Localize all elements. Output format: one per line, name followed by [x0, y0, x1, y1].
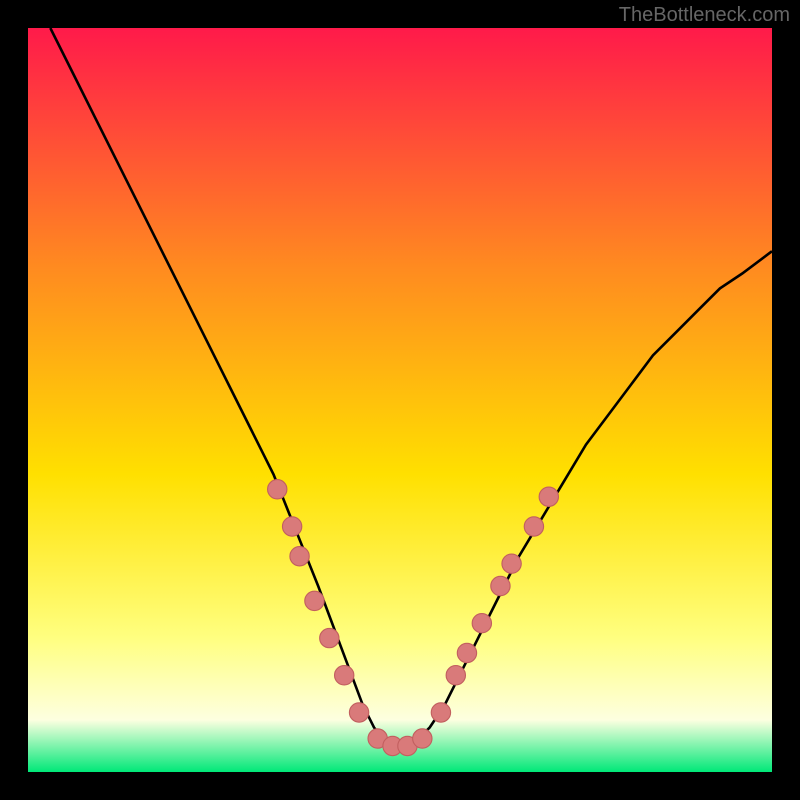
- watermark-text: TheBottleneck.com: [619, 4, 790, 27]
- data-marker: [413, 729, 432, 748]
- data-marker: [320, 628, 339, 647]
- data-marker: [282, 517, 301, 536]
- data-marker: [349, 703, 368, 722]
- data-marker: [472, 614, 491, 633]
- data-markers: [28, 28, 772, 772]
- data-marker: [290, 547, 309, 566]
- data-marker: [524, 517, 543, 536]
- data-marker: [502, 554, 521, 573]
- chart-frame: TheBottleneck.com: [0, 0, 800, 800]
- data-marker: [335, 666, 354, 685]
- data-marker: [305, 591, 324, 610]
- data-marker: [457, 643, 476, 662]
- plot-area: [28, 28, 772, 772]
- data-marker: [268, 480, 287, 499]
- data-marker: [446, 666, 465, 685]
- data-marker: [431, 703, 450, 722]
- data-marker: [491, 576, 510, 595]
- data-marker: [539, 487, 558, 506]
